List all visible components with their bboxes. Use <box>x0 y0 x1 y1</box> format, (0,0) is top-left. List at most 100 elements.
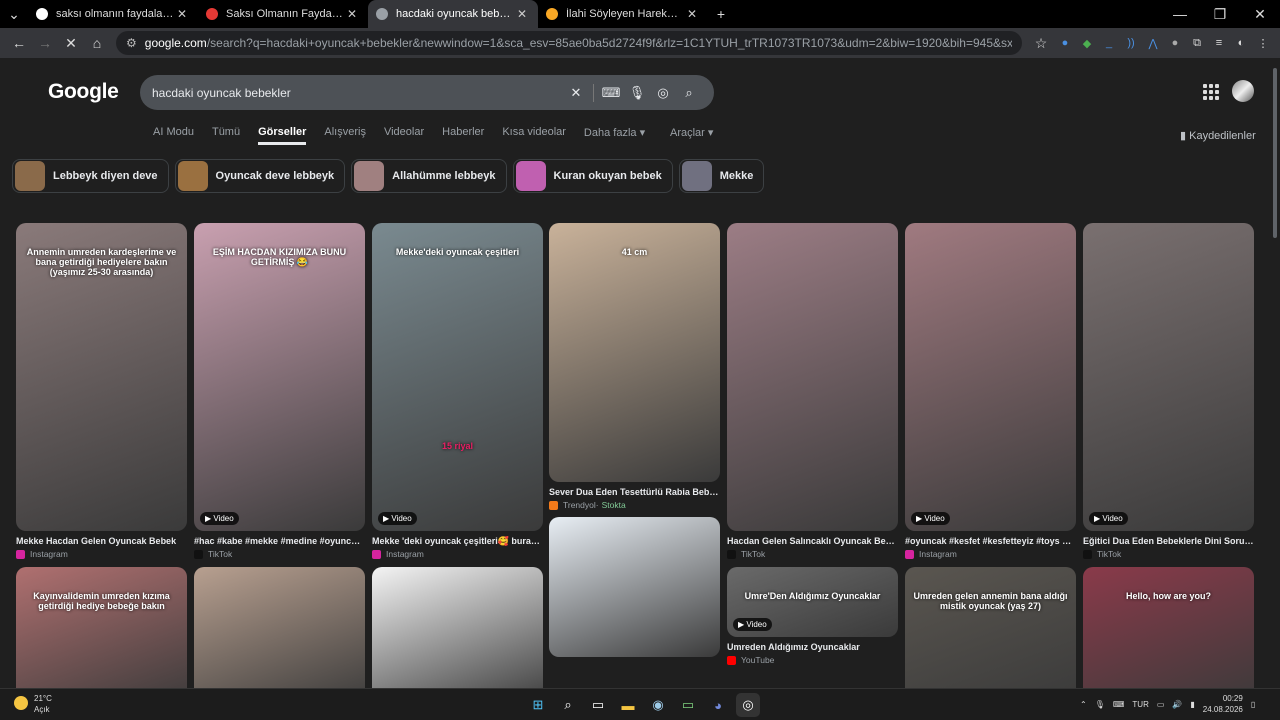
related-chip[interactable]: Oyuncak deve lebbeyk <box>174 159 346 193</box>
result-thumbnail[interactable] <box>194 567 365 688</box>
restore-button[interactable]: ❐ <box>1200 1 1240 27</box>
result-thumbnail[interactable]: Umre'Den Aldığımız Oyuncaklar ▶ Video <box>727 567 898 637</box>
tools-button[interactable]: Araçlar ▾ <box>670 126 713 139</box>
chevron-up-icon[interactable]: ⌃ <box>1080 700 1087 709</box>
stop-icon[interactable]: ✕ <box>58 30 84 56</box>
back-arrow-icon[interactable]: ← <box>6 30 32 56</box>
microphone-icon[interactable]: 🎙 <box>624 80 650 106</box>
file-explorer-icon[interactable]: ▬ <box>616 693 640 717</box>
discord-icon[interactable]: ◕ <box>706 693 730 717</box>
result-thumbnail[interactable]: Annemin umreden kardeşlerime ve bana get… <box>16 223 187 531</box>
nav-tab[interactable]: Tümü <box>212 126 240 145</box>
extension-icon[interactable]: )) <box>1120 30 1142 56</box>
nav-tab[interactable]: Daha fazla ▾ <box>584 126 645 145</box>
result-title[interactable]: Mekke Hacdan Gelen Oyuncak Bebek <box>16 536 187 546</box>
address-bar[interactable]: ⚙ google.com /search?q=hacdaki+oyuncak+b… <box>116 31 1022 55</box>
result-thumbnail[interactable]: Umreden gelen annemin bana aldığı mistik… <box>905 567 1076 688</box>
shield-extension-icon[interactable]: ◆ <box>1076 30 1098 56</box>
nav-tab[interactable]: Görseller <box>258 126 307 145</box>
nav-tab[interactable]: Alışveriş <box>324 126 366 145</box>
bookmark-star-icon[interactable]: ☆ <box>1028 30 1054 56</box>
keyboard-icon[interactable]: ⌨ <box>598 80 624 106</box>
result-thumbnail[interactable] <box>549 517 720 657</box>
network-icon[interactable]: ▭ <box>1157 700 1165 709</box>
related-chip[interactable]: Mekke <box>678 159 765 193</box>
result-title[interactable]: Hacdan Gelen Salıncaklı Oyuncak Bebek |.… <box>727 536 898 546</box>
microphone-icon[interactable]: 🎙 <box>1095 700 1105 709</box>
result-source[interactable]: TikTok <box>194 549 232 559</box>
tab-close-icon[interactable]: ✕ <box>684 7 700 21</box>
volume-icon[interactable]: 🔊 <box>1172 700 1182 709</box>
reading-list-icon[interactable]: ≡ <box>1208 30 1230 56</box>
search-icon[interactable]: ⌕ <box>556 693 580 717</box>
nav-tab[interactable]: Haberler <box>442 126 484 145</box>
avatar[interactable] <box>1232 80 1254 102</box>
home-icon[interactable]: ⌂ <box>84 30 110 56</box>
result-source[interactable]: Trendyol · Stokta <box>549 500 626 510</box>
extension-icon[interactable]: ⋀ <box>1142 30 1164 56</box>
result-source[interactable]: Instagram <box>16 549 68 559</box>
task-view-icon[interactable]: ▭ <box>586 693 610 717</box>
puzzle-icon[interactable]: ⧉ <box>1186 30 1208 56</box>
result-source[interactable]: Instagram <box>905 549 957 559</box>
clock[interactable]: 00:29 24.08.2026 <box>1203 693 1243 715</box>
extension-icon[interactable]: ● <box>1054 30 1076 56</box>
page-scrollbar[interactable] <box>1270 58 1280 688</box>
kebab-menu-icon[interactable]: ⋮ <box>1252 30 1274 56</box>
result-thumbnail[interactable]: ▶ Video <box>1083 223 1254 531</box>
result-thumbnail[interactable]: ▶ Video <box>905 223 1076 531</box>
camera-search-icon[interactable]: ◎ <box>650 80 676 106</box>
result-thumbnail[interactable]: Kayınvalidemin umreden kızıma getirdiği … <box>16 567 187 688</box>
result-source[interactable]: TikTok <box>727 549 765 559</box>
tab-close-icon[interactable]: ✕ <box>174 7 190 21</box>
result-title[interactable]: #oyuncak #kesfet #kesfetteyiz #toys #to.… <box>905 536 1076 546</box>
chrome-icon[interactable]: ◎ <box>736 693 760 717</box>
forward-arrow-icon[interactable]: → <box>32 30 58 56</box>
result-thumbnail[interactable]: Mekke'deki oyuncak çeşitleri 15 riyal ▶ Vi… <box>372 223 543 531</box>
language-indicator[interactable]: TUR <box>1132 700 1148 709</box>
saved-button[interactable]: ▮ Kaydedilenler <box>1180 129 1256 142</box>
apps-grid-icon[interactable] <box>1203 84 1219 100</box>
browser-tab[interactable]: hacdaki oyuncak bebekler - Go✕ <box>368 0 538 28</box>
clear-icon[interactable]: ✕ <box>563 80 589 106</box>
minimize-button[interactable]: — <box>1160 1 1200 27</box>
tab-list-chevron-icon[interactable]: ⌄ <box>0 1 28 27</box>
tab-close-icon[interactable]: ✕ <box>514 7 530 21</box>
result-thumbnail[interactable]: Hello, how are you? <box>1083 567 1254 688</box>
browser-tab[interactable]: Saksı Olmanın Faydaları izle | Ha✕ <box>198 0 368 28</box>
result-source[interactable]: Instagram <box>372 549 424 559</box>
browser-tab[interactable]: İlahi Söyleyen Hareketli Yürüyen✕ <box>538 0 708 28</box>
site-info-icon[interactable]: ⚙ <box>126 36 137 50</box>
result-source[interactable]: TikTok <box>1083 549 1121 559</box>
keyboard-icon[interactable]: ⌨ <box>1113 700 1125 709</box>
related-chip[interactable]: Lebbeyk diyen deve <box>12 159 169 193</box>
nav-tab[interactable]: AI Modu <box>153 126 194 145</box>
search-icon[interactable]: ⌕ <box>676 80 702 106</box>
result-thumbnail[interactable] <box>372 567 543 688</box>
extension-icon[interactable]: ● <box>1164 30 1186 56</box>
battery-icon[interactable]: ▮ <box>1190 700 1194 709</box>
nav-tab[interactable]: Videolar <box>384 126 424 145</box>
related-chip[interactable]: Allahümme lebbeyk <box>351 159 507 193</box>
related-chip[interactable]: Kuran okuyan bebek <box>512 159 673 193</box>
result-source[interactable]: YouTube <box>727 655 774 665</box>
result-thumbnail[interactable]: EŞİM HACDAN KIZIMIZA BUNU GETİRMİŞ 😂 ▶ Vi… <box>194 223 365 531</box>
result-title[interactable]: #hac #kabe #mekke #medine #oyuncak |... <box>194 536 365 546</box>
result-thumbnail[interactable] <box>727 223 898 531</box>
result-title[interactable]: Eğitici Dua Eden Bebeklerle Dini Sorumlu… <box>1083 536 1254 546</box>
tab-close-icon[interactable]: ✕ <box>344 7 360 21</box>
result-title[interactable]: Mekke 'deki oyuncak çeşitleri🥰 burada 1.… <box>372 536 543 547</box>
search-box[interactable]: ✕ ⌨ 🎙 ◎ ⌕ <box>140 75 714 110</box>
nav-tab[interactable]: Kısa videolar <box>502 126 566 145</box>
steam-icon[interactable]: ◉ <box>646 693 670 717</box>
windows-start-icon[interactable]: ⊞ <box>526 693 550 717</box>
weather-widget[interactable]: 21°C Açık <box>14 693 52 715</box>
scrollbar-thumb[interactable] <box>1273 68 1277 238</box>
terminal-icon[interactable]: ▭ <box>676 693 700 717</box>
result-title[interactable]: Sever Dua Eden Tesettürlü Rabia Bebek 41… <box>549 487 720 497</box>
close-window-button[interactable]: ✕ <box>1240 1 1280 27</box>
browser-tab[interactable]: saksı olmanın faydaları izle - Go✕ <box>28 0 198 28</box>
profile-avatar-icon[interactable]: ◐ <box>1230 30 1252 56</box>
extension-icon[interactable]: _ <box>1098 30 1120 56</box>
result-thumbnail[interactable]: 41 cm <box>549 223 720 482</box>
